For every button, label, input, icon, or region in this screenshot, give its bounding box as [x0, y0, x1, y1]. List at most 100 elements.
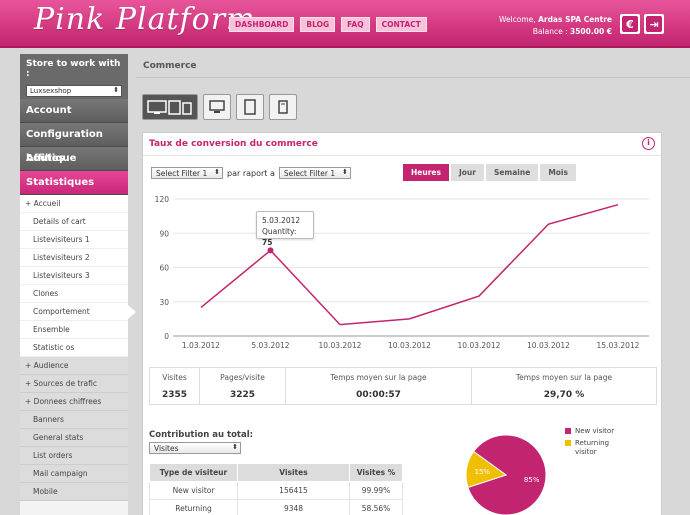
legend-item-returning: Returning visitor — [565, 439, 623, 457]
select-arrows-icon: ⬍ — [113, 86, 119, 94]
mobile-icon — [278, 100, 288, 114]
sidebar-section-configuration[interactable]: Configuration boutique — [20, 123, 128, 164]
sidebar-item-statistic-os[interactable]: Statistic os — [20, 339, 128, 357]
mobile-button[interactable] — [269, 94, 297, 120]
tooltip-label: Quantity: — [262, 227, 297, 236]
user-name: Ardas SPA Centre — [538, 15, 612, 24]
x-tick-label: 10.03.2012 — [458, 341, 501, 350]
store-select[interactable]: Luxsexshop ⬍ — [26, 85, 122, 97]
tab-heures[interactable]: Heures — [403, 164, 449, 181]
tab-semaine[interactable]: Semaine — [485, 164, 539, 181]
sidebar-item-listevisiteurs-1[interactable]: Listevisiteurs 1 — [20, 231, 128, 249]
filter-between-text: par raport a — [227, 168, 275, 178]
logo[interactable]: Pink Platform — [34, 2, 256, 37]
conversion-line-chart: 0 30 60 90 120 1.03.2012 5.03.2012 10.03.2012 10… — [155, 195, 649, 350]
tab-jour[interactable]: Jour — [450, 164, 484, 181]
pie-legend: New visitor Returning visitor — [565, 427, 623, 460]
table-cell: 58.56% — [349, 499, 403, 515]
sidebar-item-banners[interactable]: Banners — [20, 411, 128, 429]
account-info: Welcome, Ardas SPA Centre Balance : 3500… — [499, 14, 612, 38]
sidebar-item-listevisiteurs-2[interactable]: Listevisiteurs 2 — [20, 249, 128, 267]
y-tick-label: 0 — [164, 332, 169, 341]
tablet-icon — [244, 99, 256, 115]
sidebar-item-list-orders[interactable]: List orders — [20, 447, 128, 465]
sidebar-item-general-stats[interactable]: General stats — [20, 429, 128, 447]
filter-2-select[interactable]: Select Filter 1 ⬍ — [278, 167, 351, 179]
y-tick-label: 120 — [155, 195, 170, 204]
info-icon[interactable]: i — [642, 137, 655, 150]
legend-item-new: New visitor — [565, 427, 623, 436]
stat-taux: Temps moyen sur la page 29,70 % — [472, 368, 656, 404]
sidebar-item-audience[interactable]: + Audience — [20, 357, 128, 375]
sidebar-item-ensemble[interactable]: Ensemble — [20, 321, 128, 339]
stat-label: Temps moyen sur la page — [515, 373, 613, 382]
conversion-panel: Taux de conversion du commerce i Select … — [142, 132, 662, 515]
logout-button[interactable]: ⇥ — [644, 14, 664, 34]
stat-label: Pages/visite — [220, 373, 265, 382]
sidebar-item-donnees[interactable]: + Donnees chiffrees — [20, 393, 128, 411]
store-select-value: Luxsexshop — [30, 87, 72, 95]
device-selector — [142, 94, 297, 120]
contribution-select[interactable]: Visites ⬍ — [149, 442, 241, 454]
stat-value: 00:00:57 — [356, 390, 401, 400]
table-header-row: Type de visiteur Visites Visites % — [149, 463, 403, 482]
legend-label: New visitor — [575, 427, 615, 435]
top-header: Pink Platform DASHBOARD BLOG FAQ CONTACT… — [0, 0, 690, 48]
breadcrumb: Commerce — [136, 54, 690, 78]
sidebar-item-comportement[interactable]: Comportement — [20, 303, 136, 321]
sidebar-item-mobile[interactable]: Mobile — [20, 483, 128, 501]
table-row: Returning 9348 58.56% — [149, 499, 403, 515]
table-row: New visitor 156415 99.99% — [149, 481, 403, 500]
stat-visites: Visites 2355 — [150, 368, 200, 404]
legend-label: Returning visitor — [575, 439, 610, 456]
y-tick-label: 90 — [159, 229, 169, 238]
x-tick-label: 1.03.2012 — [182, 341, 220, 350]
sidebar-item-clones[interactable]: Clones — [20, 285, 128, 303]
nav-faq[interactable]: FAQ — [341, 17, 370, 32]
slice-label: 15% — [475, 468, 491, 476]
table-cell: New visitor — [149, 481, 238, 500]
sidebar-section-account[interactable]: Account — [20, 99, 128, 123]
tablet-button[interactable] — [236, 94, 264, 120]
stat-label: Visites — [162, 373, 187, 382]
sidebar-item-label: Accueil — [33, 199, 61, 208]
legend-swatch — [565, 428, 571, 434]
period-tabs: Heures Jour Semaine Mois — [403, 164, 576, 181]
sidebar-section-statistiques[interactable]: Statistiques — [20, 171, 128, 195]
contribution-title: Contribution au total: — [149, 430, 254, 440]
stat-value: 2355 — [161, 390, 188, 400]
sidebar-item-listevisiteurs-3[interactable]: Listevisiteurs 3 — [20, 267, 128, 285]
x-tick-label: 10.03.2012 — [388, 341, 431, 350]
sidebar-item-accueil[interactable]: + Accueil — [20, 195, 128, 213]
stat-temps-moyen: Temps moyen sur la page 00:00:57 — [286, 368, 472, 404]
nav-contact[interactable]: CONTACT — [375, 17, 427, 32]
column-header: Visites % — [349, 463, 403, 482]
sidebar-item-mail-campaign[interactable]: Mail campaign — [20, 465, 128, 483]
select-arrows-icon: ⬍ — [232, 443, 238, 451]
x-tick-label: 10.03.2012 — [319, 341, 362, 350]
nav-blog[interactable]: BLOG — [300, 17, 336, 32]
all-devices-button[interactable] — [142, 94, 198, 120]
tab-mois[interactable]: Mois — [540, 164, 576, 181]
logout-icon: ⇥ — [646, 16, 662, 32]
currency-button[interactable]: € — [620, 14, 640, 34]
column-header: Visites — [237, 463, 350, 482]
table-cell: 9348 — [237, 499, 350, 515]
sidebar-item-sources[interactable]: + Sources de trafic — [20, 375, 128, 393]
store-title: Store to work with : — [26, 59, 121, 79]
filter-1-select[interactable]: Select Filter 1 ⬍ — [151, 167, 223, 179]
main-content: Commerce Taux de conversion du commerce … — [136, 54, 690, 515]
top-nav: DASHBOARD BLOG FAQ CONTACT — [229, 17, 427, 32]
highlighted-point — [267, 247, 274, 254]
visitor-type-table: Type de visiteur Visites Visites % New v… — [149, 463, 403, 515]
filter-2-value: Select Filter 1 — [283, 169, 336, 178]
store-selector-box: Store to work with : Luxsexshop ⬍ — [20, 54, 128, 99]
sidebar-item-details-cart[interactable]: Details of cart — [20, 213, 128, 231]
euro-icon: € — [622, 16, 638, 32]
desktop-button[interactable] — [203, 94, 231, 120]
nav-dashboard[interactable]: DASHBOARD — [229, 17, 295, 32]
x-tick-label: 10.03.2012 — [527, 341, 570, 350]
x-tick-label: 15.03.2012 — [597, 341, 640, 350]
sidebar-item-label: Sources de trafic — [33, 379, 97, 388]
y-tick-label: 30 — [159, 298, 169, 307]
